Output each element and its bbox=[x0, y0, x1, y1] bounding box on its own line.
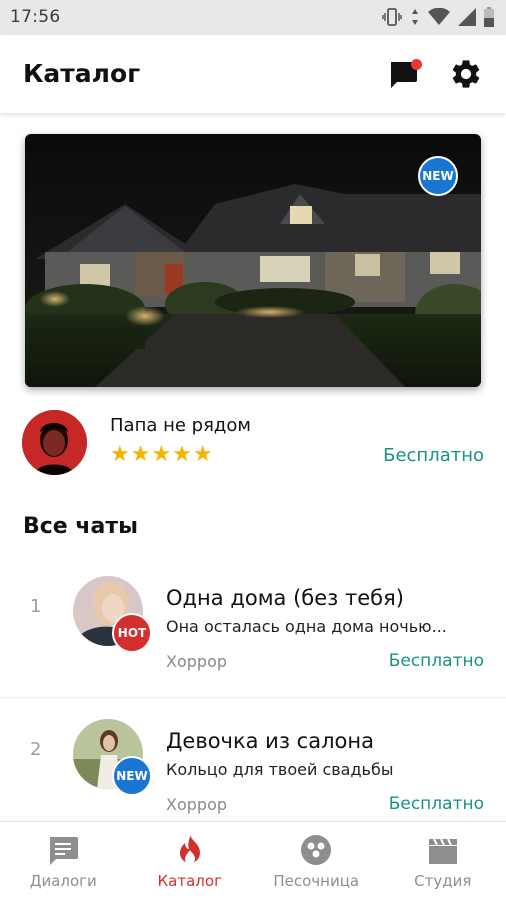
hot-badge: HOT bbox=[112, 613, 152, 653]
status-bar: 17:56 bbox=[0, 0, 506, 35]
item-title: Одна дома (без тебя) bbox=[166, 586, 404, 610]
nav-sandbox[interactable]: Песочница bbox=[253, 822, 380, 900]
messages-button[interactable] bbox=[387, 57, 423, 91]
item-subtitle: Она осталась одна дома ночью... bbox=[166, 617, 447, 636]
new-badge: NEW bbox=[112, 756, 152, 796]
vibrate-icon bbox=[382, 8, 402, 26]
item-index: 2 bbox=[30, 739, 42, 760]
settings-button[interactable] bbox=[449, 57, 483, 91]
page-title: Каталог bbox=[23, 59, 141, 88]
nav-dialogs[interactable]: Диалоги bbox=[0, 822, 127, 900]
man-portrait-image bbox=[22, 410, 87, 475]
item-genre: Хоррор bbox=[166, 795, 228, 814]
featured-title: Папа не рядом bbox=[110, 415, 251, 436]
featured-price: Бесплатно bbox=[383, 445, 484, 466]
hero-banner[interactable] bbox=[25, 134, 481, 387]
settings-gear-icon bbox=[452, 60, 480, 88]
nav-label: Студия bbox=[414, 872, 472, 890]
status-icons bbox=[382, 7, 494, 27]
community-icon bbox=[301, 835, 332, 865]
status-time: 17:56 bbox=[10, 7, 61, 27]
featured-avatar bbox=[22, 410, 87, 475]
rating-stars: ★★★★★ bbox=[110, 442, 214, 467]
item-price: Бесплатно bbox=[388, 651, 484, 671]
item-genre: Хоррор bbox=[166, 652, 228, 671]
nav-studio[interactable]: Студия bbox=[380, 822, 506, 900]
wifi-icon bbox=[428, 8, 450, 25]
clapperboard-icon bbox=[428, 838, 457, 864]
chat-bubble-icon bbox=[50, 837, 79, 865]
list-item[interactable]: 1 HOT Одна дома (без тебя) Она осталась … bbox=[0, 556, 506, 698]
nav-label: Песочница bbox=[273, 872, 360, 890]
item-subtitle: Кольцо для твоей свадьбы bbox=[166, 760, 394, 779]
flame-icon bbox=[179, 835, 200, 864]
nav-label: Диалоги bbox=[29, 872, 97, 890]
bottom-navigation: Диалоги Каталог Песочница Студия bbox=[0, 821, 506, 900]
item-index: 1 bbox=[30, 596, 42, 617]
notification-dot bbox=[411, 59, 422, 70]
app-bar: Каталог bbox=[0, 35, 506, 113]
data-arrows-icon bbox=[412, 9, 418, 25]
item-price: Бесплатно bbox=[388, 794, 484, 814]
item-title: Девочка из салона bbox=[166, 729, 374, 753]
section-title: Все чаты bbox=[23, 514, 138, 539]
list-item[interactable]: 2 NEW Девочка из салона Кольцо для твоей… bbox=[0, 699, 506, 841]
battery-icon bbox=[484, 7, 494, 27]
nav-catalog[interactable]: Каталог bbox=[127, 822, 254, 900]
signal-icon bbox=[458, 8, 476, 26]
featured-item[interactable]: Папа не рядом ★★★★★ Бесплатно bbox=[0, 400, 506, 484]
nav-label: Каталог bbox=[157, 872, 222, 890]
night-house-photo bbox=[25, 134, 481, 387]
new-badge: NEW bbox=[418, 156, 458, 196]
